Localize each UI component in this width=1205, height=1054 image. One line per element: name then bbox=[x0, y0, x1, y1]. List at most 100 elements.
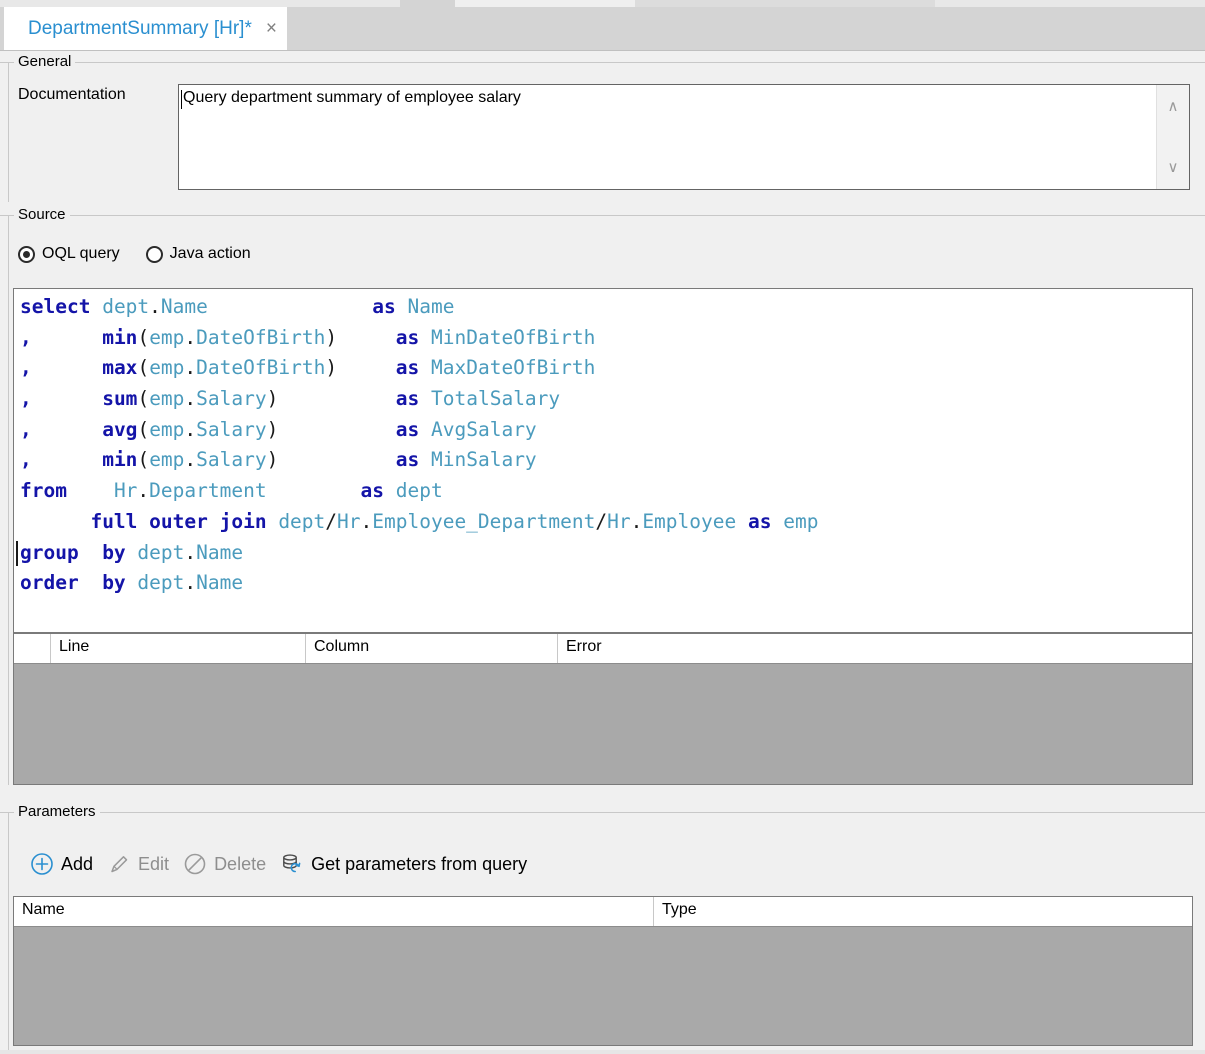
parameters-list-body bbox=[14, 927, 1192, 1045]
code-token: Name bbox=[196, 540, 244, 564]
code-token: Hr bbox=[337, 509, 361, 533]
documentation-input: Query department summary of employee sal… bbox=[179, 85, 1156, 189]
code-token: ( bbox=[137, 387, 150, 411]
code-token: Salary bbox=[196, 448, 267, 472]
parameters-group-border-left bbox=[8, 812, 9, 1052]
code-token: dept bbox=[137, 571, 185, 595]
add-button[interactable]: Add bbox=[30, 852, 93, 876]
code-token: . bbox=[184, 387, 197, 411]
radio-oql-query[interactable]: OQL query bbox=[18, 245, 120, 263]
error-col-error[interactable]: Error bbox=[558, 634, 1192, 663]
documentation-scrollbar[interactable]: ∧ ∨ bbox=[1156, 85, 1189, 189]
code-token: . bbox=[630, 509, 643, 533]
error-list[interactable]: Line Column Error bbox=[13, 633, 1193, 785]
error-col-marker[interactable] bbox=[14, 634, 51, 663]
code-token: ( bbox=[137, 325, 150, 349]
parameters-toolbar: Add Edit Delete Get parameters from quer… bbox=[30, 852, 527, 876]
source-group-border-left bbox=[8, 215, 9, 785]
oql-query-editor[interactable]: select dept.Name as Name, min(emp.DateOf… bbox=[13, 288, 1193, 633]
close-icon[interactable]: × bbox=[266, 19, 277, 38]
radio-java-action[interactable]: Java action bbox=[145, 245, 251, 263]
code-token: , bbox=[20, 356, 32, 380]
tab-bar: DepartmentSummary [Hr]* × bbox=[0, 7, 1205, 51]
code-token: Hr bbox=[607, 509, 631, 533]
code-token: , bbox=[20, 325, 32, 349]
code-token: order bbox=[20, 571, 79, 595]
code-token: Salary bbox=[196, 417, 267, 441]
code-line: , max(emp.DateOfBirth) as MaxDateOfBirth bbox=[20, 353, 818, 384]
general-group-border-top bbox=[0, 62, 1205, 63]
chevron-down-icon[interactable]: ∨ bbox=[1157, 160, 1189, 175]
code-token: . bbox=[184, 356, 197, 380]
error-col-line[interactable]: Line bbox=[51, 634, 306, 663]
chrome-segment-3 bbox=[635, 0, 935, 7]
code-token: , bbox=[20, 417, 32, 441]
documentation-field[interactable]: Query department summary of employee sal… bbox=[178, 84, 1190, 190]
parameters-col-name[interactable]: Name bbox=[14, 897, 654, 926]
editor-gutter bbox=[14, 289, 18, 632]
code-line: , min(emp.Salary) as MinSalary bbox=[20, 445, 818, 476]
code-token: , bbox=[20, 448, 32, 472]
code-token: emp bbox=[149, 417, 185, 441]
get-parameters-from-query-button[interactable]: Get parameters from query bbox=[280, 852, 527, 876]
code-token: emp bbox=[149, 448, 185, 472]
code-token: TotalSalary bbox=[431, 387, 561, 411]
text-caret bbox=[181, 90, 182, 109]
code-token: as bbox=[747, 509, 772, 533]
editor-text[interactable]: select dept.Name as Name, min(emp.DateOf… bbox=[15, 292, 818, 599]
delete-button-label: Delete bbox=[214, 853, 267, 874]
parameters-col-type[interactable]: Type bbox=[654, 897, 1192, 926]
source-radio-group: OQL query Java action bbox=[18, 245, 251, 263]
chevron-up-icon[interactable]: ∧ bbox=[1157, 99, 1189, 114]
code-token: . bbox=[184, 417, 197, 441]
code-token: / bbox=[595, 509, 608, 533]
code-token: ) bbox=[266, 387, 279, 411]
code-token: as bbox=[395, 448, 420, 472]
code-token: group bbox=[20, 540, 79, 564]
code-token: ) bbox=[266, 417, 279, 441]
code-token: max bbox=[102, 356, 138, 380]
code-token: Salary bbox=[196, 387, 267, 411]
code-line: , sum(emp.Salary) as TotalSalary bbox=[20, 384, 818, 415]
parameters-list[interactable]: Name Type bbox=[13, 896, 1193, 1046]
code-token: from bbox=[20, 479, 67, 503]
code-token: min bbox=[102, 325, 138, 349]
radio-unselected-icon bbox=[145, 245, 163, 263]
tab-department-summary[interactable]: DepartmentSummary [Hr]* × bbox=[4, 7, 287, 50]
radio-java-action-label: Java action bbox=[169, 245, 251, 262]
error-list-header: Line Column Error bbox=[14, 634, 1192, 664]
general-group-title: General bbox=[14, 53, 76, 70]
add-circle-icon bbox=[31, 853, 53, 875]
pencil-icon bbox=[111, 856, 128, 873]
code-token: dept bbox=[395, 479, 443, 503]
window-chrome-strip bbox=[0, 0, 1205, 7]
error-col-column[interactable]: Column bbox=[306, 634, 558, 663]
general-group-border-left bbox=[8, 62, 9, 202]
delete-button[interactable]: Delete bbox=[183, 852, 266, 876]
code-token: Employee bbox=[642, 509, 737, 533]
code-token: . bbox=[137, 479, 150, 503]
code-token: Name bbox=[407, 295, 455, 318]
code-token: as bbox=[395, 325, 420, 349]
code-token: MinDateOfBirth bbox=[431, 325, 596, 349]
code-token: ) bbox=[325, 325, 338, 349]
code-token: ( bbox=[137, 448, 150, 472]
edit-button-label: Edit bbox=[138, 853, 170, 874]
edit-button[interactable]: Edit bbox=[107, 852, 169, 876]
